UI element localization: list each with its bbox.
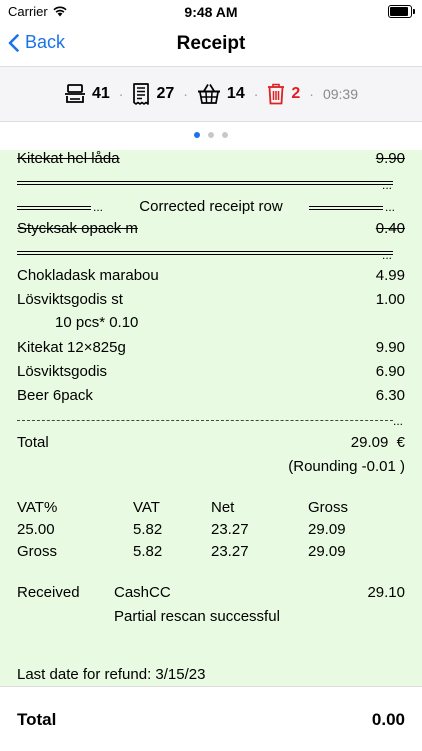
vat-cell: 29.09 xyxy=(308,543,346,560)
voided-row: Stycksak opack m 0.40 xyxy=(17,220,405,242)
receipt-icon xyxy=(133,83,150,105)
separator-dots: ... xyxy=(385,200,396,214)
item-price: 6.30 xyxy=(375,387,405,404)
refund-row: Last date for refund: 3/15/23 xyxy=(17,666,405,686)
voided-item-price: 9.90 xyxy=(375,150,405,167)
receipt-total-label: Total xyxy=(17,434,49,451)
separator-dots: ... xyxy=(382,248,393,262)
list-item: Lösviktsgodis 6.90 xyxy=(17,363,405,385)
voided-item-price: 0.40 xyxy=(375,220,405,237)
item-quantity: 10 pcs* 0.10 xyxy=(55,314,139,331)
rounding-row: (Rounding -0.01 ) xyxy=(17,458,405,480)
separator-dot: · xyxy=(253,86,259,102)
corrected-row-banner: ... Corrected receipt row ... xyxy=(17,198,405,220)
separator-dots: ... xyxy=(393,414,404,428)
receipt-total-value: 29.09 € xyxy=(350,434,405,451)
double-separator xyxy=(17,178,393,188)
dashed-separator xyxy=(17,420,393,421)
vat-header: VAT% xyxy=(17,499,58,516)
deleted-count: 2 xyxy=(291,85,301,102)
rescan-row: Partial rescan successful xyxy=(17,608,405,630)
receipt-body: Kitekat hel låda 9.90 ... ... Corrected … xyxy=(0,150,422,686)
vat-header: Gross xyxy=(308,499,349,516)
battery-icon xyxy=(388,5,415,18)
clock: 9:48 AM xyxy=(184,4,238,20)
vat-cell: Gross xyxy=(17,543,58,560)
item-name: Lösviktsgodis st xyxy=(17,291,123,308)
item-name: Chokladask marabou xyxy=(17,267,159,284)
received-amount: 29.10 xyxy=(367,584,405,601)
scanner-icon xyxy=(64,84,85,103)
footer-total-label: Total xyxy=(17,710,57,729)
item-name: Beer 6pack xyxy=(17,387,93,404)
status-bar: Carrier 9:48 AM xyxy=(0,0,422,24)
vat-header-row: VAT% VAT Net Gross xyxy=(17,499,405,521)
separator-dot: · xyxy=(183,86,188,102)
rounding-value: (Rounding -0.01 ) xyxy=(288,458,405,475)
voided-item-name: Kitekat hel låda xyxy=(17,150,120,167)
basket-counter[interactable]: 14 xyxy=(197,83,245,105)
vat-header: VAT xyxy=(133,499,160,516)
item-name: Kitekat 12×825g xyxy=(17,339,126,356)
receipt-toolbar: 41 · 27 · 14 · 2 · 09:39 xyxy=(0,66,422,122)
list-item: Kitekat 12×825g 9.90 xyxy=(17,339,405,361)
vat-cell: 5.82 xyxy=(133,521,163,538)
vat-cell: 29.09 xyxy=(308,521,346,538)
separator-dot: · xyxy=(309,86,314,102)
list-item: Beer 6pack 6.30 xyxy=(17,387,405,409)
receipts-counter[interactable]: 27 xyxy=(132,83,174,105)
list-item: Chokladask marabou 4.99 xyxy=(17,267,405,289)
received-row: Received CashCC 29.10 xyxy=(17,584,405,606)
footer-total-bar: Total 0.00 xyxy=(0,686,422,751)
item-price: 9.90 xyxy=(375,339,405,356)
vat-cell: 5.82 xyxy=(133,543,163,560)
vat-row: 25.00 5.82 23.27 29.09 xyxy=(17,521,405,543)
voided-row: Kitekat hel låda 9.90 xyxy=(17,150,405,172)
vat-cell: 23.27 xyxy=(211,521,249,538)
total-row: Total 29.09 € xyxy=(17,434,405,456)
vat-header: Net xyxy=(211,499,235,516)
payment-method: CashCC xyxy=(114,584,171,601)
navigation-bar: Back Receipt xyxy=(0,24,422,64)
item-price: 6.90 xyxy=(375,363,405,380)
page-dot[interactable] xyxy=(222,132,228,138)
separator-dots: ... xyxy=(382,178,393,192)
page-indicator[interactable] xyxy=(0,132,422,142)
double-separator xyxy=(17,248,393,258)
footer-total-value: 0.00 xyxy=(371,710,405,729)
deleted-counter[interactable]: 2 xyxy=(267,83,300,105)
basket-count: 14 xyxy=(226,85,245,102)
vat-row: Gross 5.82 23.27 29.09 xyxy=(17,543,405,565)
voided-item-name: Stycksak opack m xyxy=(17,220,138,237)
list-item: 10 pcs* 0.10 xyxy=(17,314,405,336)
separator-dot: · xyxy=(118,86,124,102)
receipts-count: 27 xyxy=(156,85,175,102)
receipt-time: 09:39 xyxy=(322,86,359,102)
scanner-counter[interactable]: 41 xyxy=(64,83,110,105)
item-price: 4.99 xyxy=(375,267,405,284)
rescan-message: Partial rescan successful xyxy=(114,608,280,625)
scanner-count: 41 xyxy=(91,85,110,102)
received-label: Received xyxy=(17,584,80,601)
refund-date: Last date for refund: 3/15/23 xyxy=(17,666,206,683)
basket-icon xyxy=(197,84,220,104)
item-name: Lösviktsgodis xyxy=(17,363,108,380)
page-dot-active[interactable] xyxy=(194,132,200,138)
vat-cell: 23.27 xyxy=(211,543,249,560)
item-price: 1.00 xyxy=(375,291,405,308)
page-dot[interactable] xyxy=(208,132,214,138)
page-title: Receipt xyxy=(176,33,246,54)
double-separator xyxy=(309,206,383,213)
list-item: Lösviktsgodis st 1.00 xyxy=(17,291,405,313)
vat-cell: 25.00 xyxy=(17,521,55,538)
trash-icon xyxy=(268,83,285,105)
